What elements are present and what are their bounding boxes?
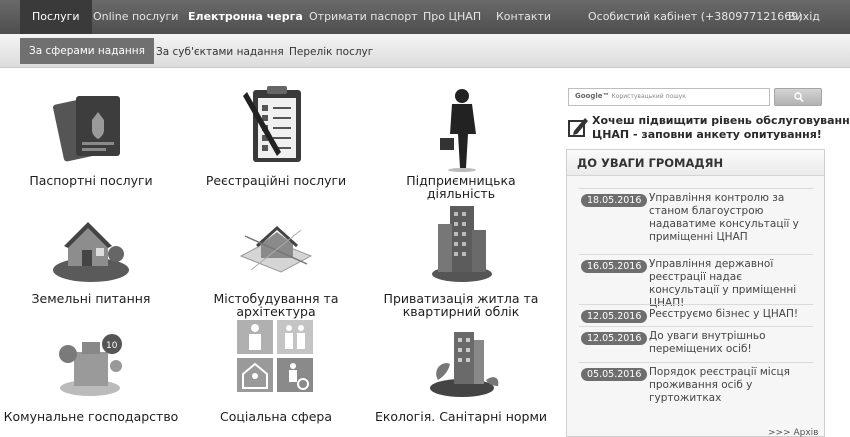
service-label: Приватизація житла та квартирний облік (383, 291, 539, 319)
service-business[interactable]: Підприємницька діяльність (371, 82, 551, 200)
nav-get-passport[interactable]: Отримати паспорт (309, 0, 418, 34)
top-navigation: Послуги Online послуги Електронна черга … (0, 0, 850, 34)
service-urban-planning[interactable]: Містобудування та архітектура (186, 200, 366, 318)
news-date: 12.05.2016 (581, 310, 648, 323)
service-label: Реєстраційні послуги (205, 173, 347, 188)
service-label: Комунальне господарство (3, 409, 179, 424)
service-ecology[interactable]: Екологія. Санітарні норми (371, 318, 551, 423)
nav-personal-cabinet[interactable]: Особистий кабінет (+380977121669) (588, 0, 803, 34)
news-title-link[interactable]: Управління контролю за станом благоустро… (649, 192, 815, 244)
survey-line-2: ЦНАП - заповни анкету опитування! (592, 128, 822, 141)
search-brand: Google™ (575, 92, 610, 100)
apartment-building-icon (416, 200, 506, 290)
news-date: 18.05.2016 (581, 194, 648, 207)
nav-online-services[interactable]: Online послуги (93, 0, 178, 34)
news-date: 05.05.2016 (581, 368, 648, 381)
news-item[interactable]: 18.05.2016 Управління контролю за станом… (579, 188, 813, 250)
news-heading: ДО УВАГИ ГРОМАДЯН (567, 150, 824, 176)
service-label: Соціальна сфера (219, 409, 333, 424)
search-button[interactable] (774, 88, 822, 106)
nav-logout[interactable]: Вихід (788, 0, 820, 34)
news-title-link[interactable]: До уваги внутрішньо переміщених осіб! (649, 330, 815, 356)
service-registration[interactable]: Реєстраційні послуги (186, 82, 366, 187)
news-panel: ДО УВАГИ ГРОМАДЯН 18.05.2016 Управління … (566, 149, 825, 437)
tab-by-sphere[interactable]: За сферами надання (20, 38, 154, 64)
news-title-link[interactable]: Управління державної реєстрації надає ко… (649, 258, 815, 310)
service-label: Паспортні послуги (29, 173, 153, 188)
news-title-link[interactable]: Порядок реєстрації місця проживання осіб… (649, 366, 815, 405)
utilities-icon: 10 (46, 318, 136, 408)
nav-services[interactable]: Послуги (20, 0, 92, 34)
news-date: 16.05.2016 (581, 260, 648, 273)
news-title-link[interactable]: Реєструємо бізнес у ЦНАП! (649, 308, 815, 321)
service-passport[interactable]: Паспортні послуги (1, 82, 181, 187)
service-label: Підприємницька діяльність (406, 173, 516, 201)
clipboard-checklist-icon (231, 82, 321, 172)
news-item[interactable]: 12.05.2016 Реєструємо бізнес у ЦНАП! (579, 304, 813, 326)
news-date: 12.05.2016 (581, 332, 648, 345)
social-family-icon (231, 318, 321, 408)
pencil-edit-icon (568, 118, 588, 137)
nav-contacts[interactable]: Контакти (496, 0, 551, 34)
svg-text:10: 10 (106, 341, 118, 351)
search-placeholder: Користувацький пошук (611, 93, 686, 100)
service-privatization[interactable]: Приватизація житла та квартирний облік (371, 200, 551, 318)
sub-navigation: За сферами надання За суб'єктами надання… (0, 34, 850, 68)
service-utilities[interactable]: 10 Комунальне господарство (1, 318, 181, 423)
news-item[interactable]: 16.05.2016 Управління державної реєстрац… (579, 254, 813, 309)
archive-link[interactable]: >>> Архів (768, 428, 818, 437)
service-label: Містобудування та архітектура (213, 291, 339, 319)
news-item[interactable]: 12.05.2016 До уваги внутрішньо переміщен… (579, 326, 813, 360)
search-input[interactable]: Google™ Користувацький пошук (568, 88, 770, 106)
service-social[interactable]: Соціальна сфера (186, 318, 366, 423)
businessman-icon (416, 82, 506, 172)
survey-line-1: Хочеш підвищити рівень обслуговування (592, 114, 850, 127)
architecture-plan-icon (231, 200, 321, 290)
nav-electronic-queue[interactable]: Електронна черга (188, 0, 303, 34)
nav-about[interactable]: Про ЦНАП (423, 0, 481, 34)
tab-by-subject[interactable]: За суб'єктами надання (156, 41, 284, 63)
ecology-building-icon (416, 318, 506, 408)
house-on-land-icon (46, 200, 136, 290)
news-item[interactable]: 05.05.2016 Порядок реєстрації місця прож… (579, 362, 813, 404)
service-label: Екологія. Санітарні норми (374, 409, 548, 424)
passport-icon (46, 82, 136, 172)
service-land[interactable]: Земельні питання (1, 200, 181, 305)
search-icon (794, 92, 804, 103)
service-label: Земельні питання (31, 291, 151, 306)
tab-service-list[interactable]: Перелік послуг (289, 41, 373, 63)
